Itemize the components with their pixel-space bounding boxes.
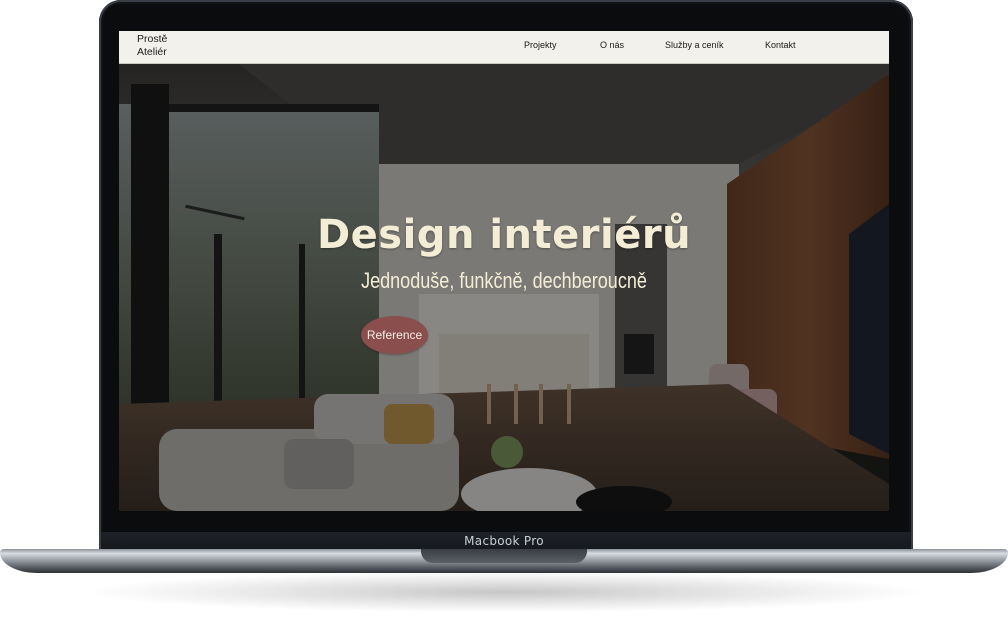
laptop-screen: Prostě Ateliér Projekty O nás Služby a c…: [119, 31, 889, 511]
device-mockup: Prostě Ateliér Projekty O nás Služby a c…: [0, 0, 1008, 635]
nav-item-o-nas[interactable]: O nás: [600, 40, 624, 50]
nav-item-kontakt[interactable]: Kontakt: [765, 40, 796, 50]
hero-title: Design interiérů: [316, 212, 692, 258]
hero-section: Design interiérů Jednoduše, funkčně, dec…: [119, 64, 889, 511]
laptop-opening-notch: [421, 549, 587, 563]
hero-subtitle: Jednoduše, funkčně, dechberoucně: [361, 268, 647, 293]
site-navbar: Prostě Ateliér Projekty O nás Služby a c…: [119, 31, 889, 64]
nav-item-projekty[interactable]: Projekty: [524, 40, 557, 50]
nav-item-sluzby-a-cenik[interactable]: Služby a ceník: [665, 40, 724, 50]
laptop-shadow: [90, 572, 920, 612]
device-brand-label: Macbook Pro: [464, 534, 544, 548]
site-logo[interactable]: Prostě Ateliér: [137, 33, 197, 59]
reference-button[interactable]: Reference: [361, 316, 428, 354]
